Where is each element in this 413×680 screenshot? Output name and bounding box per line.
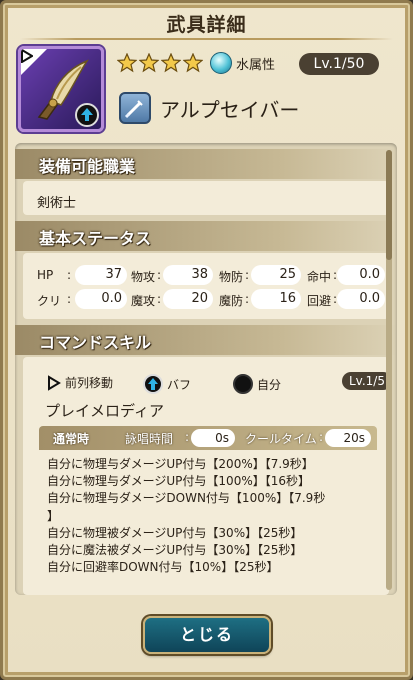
base-stats-heading: 基本ステータス [15, 221, 397, 251]
equip-job-value: 剣術士 [37, 196, 77, 211]
list-item: 自分に物理被ダメージUP付与【30%】【25秒】 [47, 525, 303, 540]
list-item: 】 [47, 508, 60, 523]
stat-value-crit: 0.0 [75, 289, 127, 309]
stat-label-matk: 魔攻 [131, 294, 156, 308]
curved-blade-icon[interactable] [18, 46, 104, 132]
skill-level-badge: Lv.1/5 [342, 372, 392, 390]
title-divider [20, 38, 393, 40]
weapon-level-badge: Lv.1/50 [299, 53, 379, 75]
list-item: 自分に回避率DOWN付与【10%】【25秒】 [47, 560, 279, 575]
detail-panel[interactable]: 装備可能職業 剣術士 基本ステータス HP : 37 物攻 : 38 物防 : … [15, 143, 397, 595]
buff-arrow-icon [143, 374, 163, 394]
list-item: 自分に物理与ダメージUP付与【200%】【7.9秒】 [47, 457, 314, 471]
skill-legend: 前列移動 バフ 自分 Lv.1/5 [47, 372, 392, 396]
scrollbar-thumb[interactable] [386, 150, 392, 260]
timing-mode: 通常時 [53, 432, 90, 446]
stat-label-pdef: 物防 [219, 270, 244, 284]
stat-value-pdef: 25 [251, 265, 301, 285]
buff-arrow-icon [75, 103, 99, 127]
list-item: 自分に物理与ダメージDOWN付与【100%】【7.9秒 [47, 491, 326, 506]
star-icon [117, 53, 137, 73]
legend-buff-label: バフ [167, 377, 192, 392]
cast-time-label: 詠唱時間 [125, 432, 174, 446]
list-item: 自分に魔法被ダメージUP付与【30%】【25秒】 [47, 543, 303, 558]
sword-type-icon [119, 92, 151, 124]
legend-position: 前列移動 [47, 374, 113, 391]
element-label: 水属性 [236, 57, 276, 73]
star-icon [161, 53, 181, 73]
base-stats-heading-text: 基本ステータス [39, 229, 152, 248]
weapon-name: アルプセイバー [160, 98, 300, 122]
skill-timing-bar: 通常時 詠唱時間 : 0s クールタイム : 20s [39, 426, 377, 450]
star-icon [139, 53, 159, 73]
equip-jobs-box: 剣術士 [23, 181, 389, 215]
forward-triangle-icon [21, 49, 33, 63]
forward-triangle-icon [48, 374, 61, 391]
star-icon [183, 53, 203, 73]
close-button[interactable]: とじる [143, 616, 271, 654]
self-target-icon [233, 374, 253, 394]
stat-label-eva: 回避 [307, 294, 332, 308]
legend-position-label: 前列移動 [65, 376, 114, 390]
stat-value-eva: 0.0 [337, 289, 385, 309]
stat-label-hp: HP [37, 268, 54, 282]
equip-jobs-heading-text: 装備可能職業 [39, 157, 136, 176]
dialog-title: 武具詳細 [166, 14, 247, 36]
water-element-icon [210, 52, 232, 74]
rarity-stars [117, 53, 203, 73]
stat-label-mdef: 魔防 [219, 294, 244, 308]
cooldown-label: クールタイム [245, 432, 317, 446]
stat-value-mdef: 16 [251, 289, 301, 309]
stat-value-acc: 0.0 [337, 265, 385, 285]
stat-value-matk: 20 [163, 289, 213, 309]
stat-value-hp: 37 [75, 265, 127, 285]
cast-time-value: 0s [191, 429, 235, 447]
cooldown-value: 20s [325, 429, 371, 447]
command-skill-heading-text: コマンドスキル [39, 333, 152, 352]
stat-label-acc: 命中 [307, 270, 332, 284]
element-attribute: 水属性 [210, 52, 275, 74]
equip-jobs-heading: 装備可能職業 [15, 149, 397, 179]
stat-value-patk: 38 [163, 265, 213, 285]
list-item: 自分に物理与ダメージUP付与【100%】【16秒】 [47, 474, 310, 489]
skill-name: プレイメロディア [45, 402, 164, 420]
panel-scrollbar[interactable] [386, 150, 392, 590]
stat-label-crit: クリ [37, 294, 62, 308]
stat-row: クリ : 0.0 魔攻 : 20 魔防 : 16 回避 : 0.0 [23, 289, 393, 311]
command-skill-heading: コマンドスキル [15, 325, 397, 355]
stat-row: HP : 37 物攻 : 38 物防 : 25 命中 : 0.0 [23, 265, 393, 287]
skill-effects-list: 自分に物理与ダメージUP付与【200%】【7.9秒】 自分に物理与ダメージUP付… [39, 450, 377, 590]
legend-target-label: 自分 [257, 377, 282, 392]
legend-buff: バフ [143, 374, 191, 394]
stat-label-patk: 物攻 [131, 270, 156, 284]
legend-target: 自分 [233, 374, 281, 394]
